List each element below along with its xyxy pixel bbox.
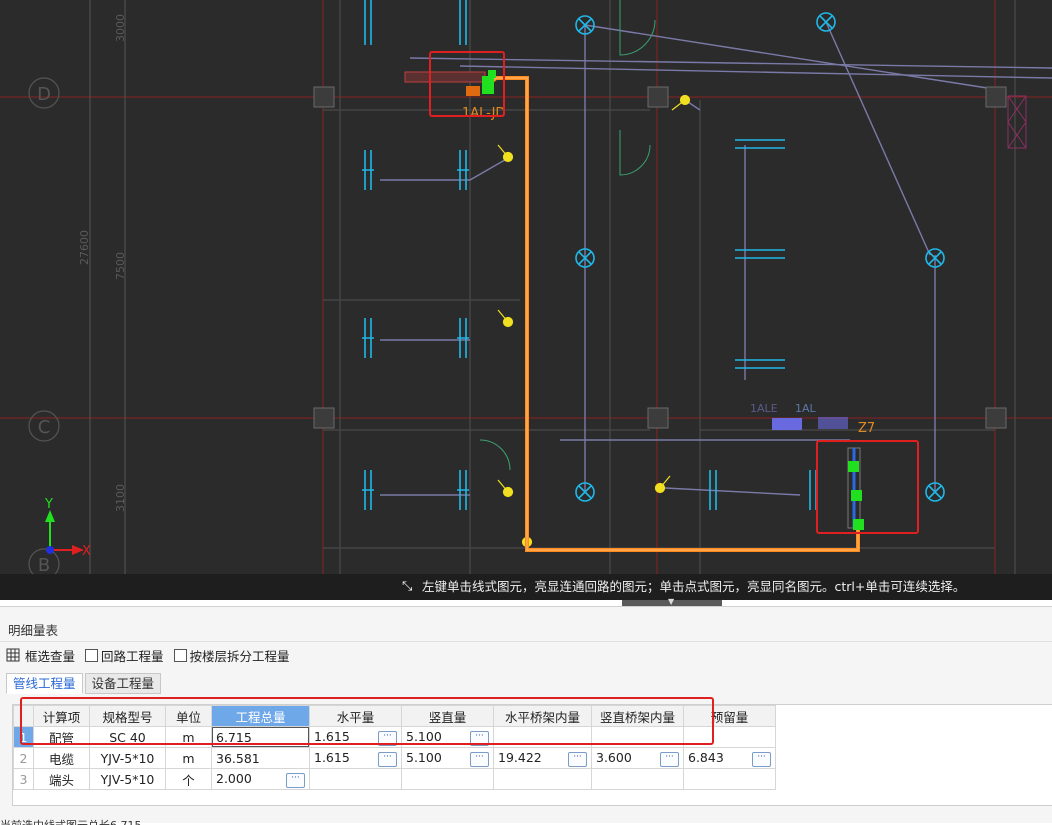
loop-qty-checkbox[interactable] [85,648,99,662]
header-vertical[interactable]: 竖直量 [401,705,494,727]
shrink-arrows-icon: ⤡ [402,579,413,594]
row-number: 2 [13,747,34,769]
cell-v-tray[interactable]: 3.600 ··· [591,747,684,769]
cell-spec[interactable]: SC 40 [89,726,166,748]
cell-h-tray-value: 19.422 [498,749,542,765]
cell-vertical[interactable] [401,768,494,790]
tag-z7: Z7 [858,421,875,436]
cell-horizontal-value: 1.615 [314,749,350,765]
box-select-button[interactable]: 框选查量 [25,646,75,665]
header-reserve[interactable]: 预留量 [683,705,776,727]
cell-spec[interactable]: YJV-5*10 [89,747,166,769]
cell-unit[interactable]: 个 [165,768,212,790]
ellipsis-button[interactable]: ··· [378,730,397,746]
row-number: 3 [13,768,34,790]
panel-tabs: 管线工程量 设备工程量 [6,673,163,694]
cell-item[interactable]: 配管 [33,726,90,748]
hint-text: 左键单击线式图元，亮显连通回路的图元；单击点式图元，亮显同名图元。ctrl+单击… [422,579,966,594]
cell-horizontal[interactable]: 1.615 ··· [309,726,402,748]
cell-total[interactable]: 6.715 [211,726,310,748]
dim-27600: 27600 [78,230,91,265]
header-spec[interactable]: 规格型号 [89,705,166,727]
box-select-grid-icon[interactable] [6,648,20,662]
loop-qty-label[interactable]: 回路工程量 [101,646,164,665]
ellipsis-button[interactable]: ··· [660,751,679,767]
panel-title: 明细量表 [8,623,59,638]
cell-unit[interactable]: m [165,747,212,769]
split-by-floor-label[interactable]: 按楼层拆分工程量 [190,646,290,665]
tab-equipment-qty[interactable]: 设备工程量 [84,673,162,694]
cell-v-tray[interactable] [591,726,684,748]
cell-unit[interactable]: m [165,726,212,748]
cell-horizontal-value: 1.615 [314,728,350,744]
cell-total-value: 2.000 [216,770,252,786]
table-row[interactable]: 1 配管 SC 40 m 6.715 1.615 ··· 5.100 ··· [13,726,776,748]
cell-vertical-value: 5.100 [406,728,442,744]
row-label-c: C [38,417,51,438]
cad-canvas[interactable]: D C B 3000 27600 7500 3100 1AL-JD 1ALE 1… [0,0,1052,600]
floor-plan-drawing[interactable]: D C B 3000 27600 7500 3100 1AL-JD 1ALE 1… [0,0,1052,600]
cell-item[interactable]: 端头 [33,768,90,790]
chevron-down-icon: ▼ [668,597,675,606]
cell-horizontal[interactable]: 1.615 ··· [309,747,402,769]
dim-7500: 7500 [114,252,127,280]
cell-reserve[interactable]: 6.843 ··· [683,747,776,769]
panel-divider [0,641,1052,642]
cell-h-tray[interactable]: 19.422 ··· [493,747,592,769]
status-bar-text: 当前选中线式图元总长6.715 [0,817,142,825]
split-by-floor-checkbox[interactable] [173,648,187,662]
quantity-table-container: 计算项 规格型号 单位 工程总量 水平量 竖直量 水平桥架内量 竖直桥架内量 预… [12,704,1052,806]
tag-1al-jd: 1AL-JD [462,106,505,121]
dim-3000: 3000 [114,14,127,42]
tag-1al: 1AL [795,402,817,415]
tag-1ale: 1ALE [750,402,778,415]
quantity-table: 计算项 规格型号 单位 工程总量 水平量 竖直量 水平桥架内量 竖直桥架内量 预… [13,705,776,790]
header-row-number [13,705,34,727]
cell-v-tray-value: 3.600 [596,749,632,765]
tab-pipeline-qty[interactable]: 管线工程量 [6,673,83,694]
panel-toolbar: 框选查量 回路工程量 按楼层拆分工程量 [6,645,290,665]
hint-bar: ⤡ 左键单击线式图元，亮显连通回路的图元；单击点式图元，亮显同名图元。ctrl+… [0,574,1052,600]
table-row[interactable]: 2 电缆 YJV-5*10 m 36.581 1.615 ··· 5.100 ···… [13,747,776,769]
ellipsis-button[interactable]: ··· [286,772,305,788]
header-v-tray[interactable]: 竖直桥架内量 [591,705,684,727]
header-horizontal[interactable]: 水平量 [309,705,402,727]
highlighted-conduit-route[interactable] [482,76,860,552]
table-row[interactable]: 3 端头 YJV-5*10 个 2.000 ··· [13,768,776,790]
cell-total[interactable]: 2.000 ··· [211,768,310,790]
dim-3100: 3100 [114,484,127,512]
cell-reserve[interactable] [683,768,776,790]
ellipsis-button[interactable]: ··· [568,751,587,767]
ellipsis-button[interactable]: ··· [470,751,489,767]
row-label-b: B [38,555,50,576]
detail-quantity-panel: 明细量表 框选查量 回路工程量 按楼层拆分工程量 管线工程量 设备工程量 计算项… [0,606,1052,825]
cell-vertical-value: 5.100 [406,749,442,765]
ellipsis-button[interactable]: ··· [470,730,489,746]
cell-vertical[interactable]: 5.100 ··· [401,726,494,748]
cell-item[interactable]: 电缆 [33,747,90,769]
header-h-tray[interactable]: 水平桥架内量 [493,705,592,727]
cell-reserve-value: 6.843 [688,749,724,765]
cell-spec[interactable]: YJV-5*10 [89,768,166,790]
row-number: 1 [13,726,34,748]
cell-h-tray[interactable] [493,726,592,748]
header-item[interactable]: 计算项 [33,705,90,727]
ellipsis-button[interactable]: ··· [378,751,397,767]
ucs-x-label: X [82,544,91,559]
cell-vertical[interactable]: 5.100 ··· [401,747,494,769]
header-total[interactable]: 工程总量 [211,705,310,727]
row-label-d: D [37,84,51,105]
cell-total[interactable]: 36.581 [211,747,310,769]
table-header-row: 计算项 规格型号 单位 工程总量 水平量 竖直量 水平桥架内量 竖直桥架内量 预… [13,705,776,727]
cell-horizontal[interactable] [309,768,402,790]
header-unit[interactable]: 单位 [165,705,212,727]
cell-v-tray[interactable] [591,768,684,790]
ellipsis-button[interactable]: ··· [752,751,771,767]
cell-h-tray[interactable] [493,768,592,790]
cell-reserve[interactable] [683,726,776,748]
ucs-y-label: Y [44,497,53,512]
